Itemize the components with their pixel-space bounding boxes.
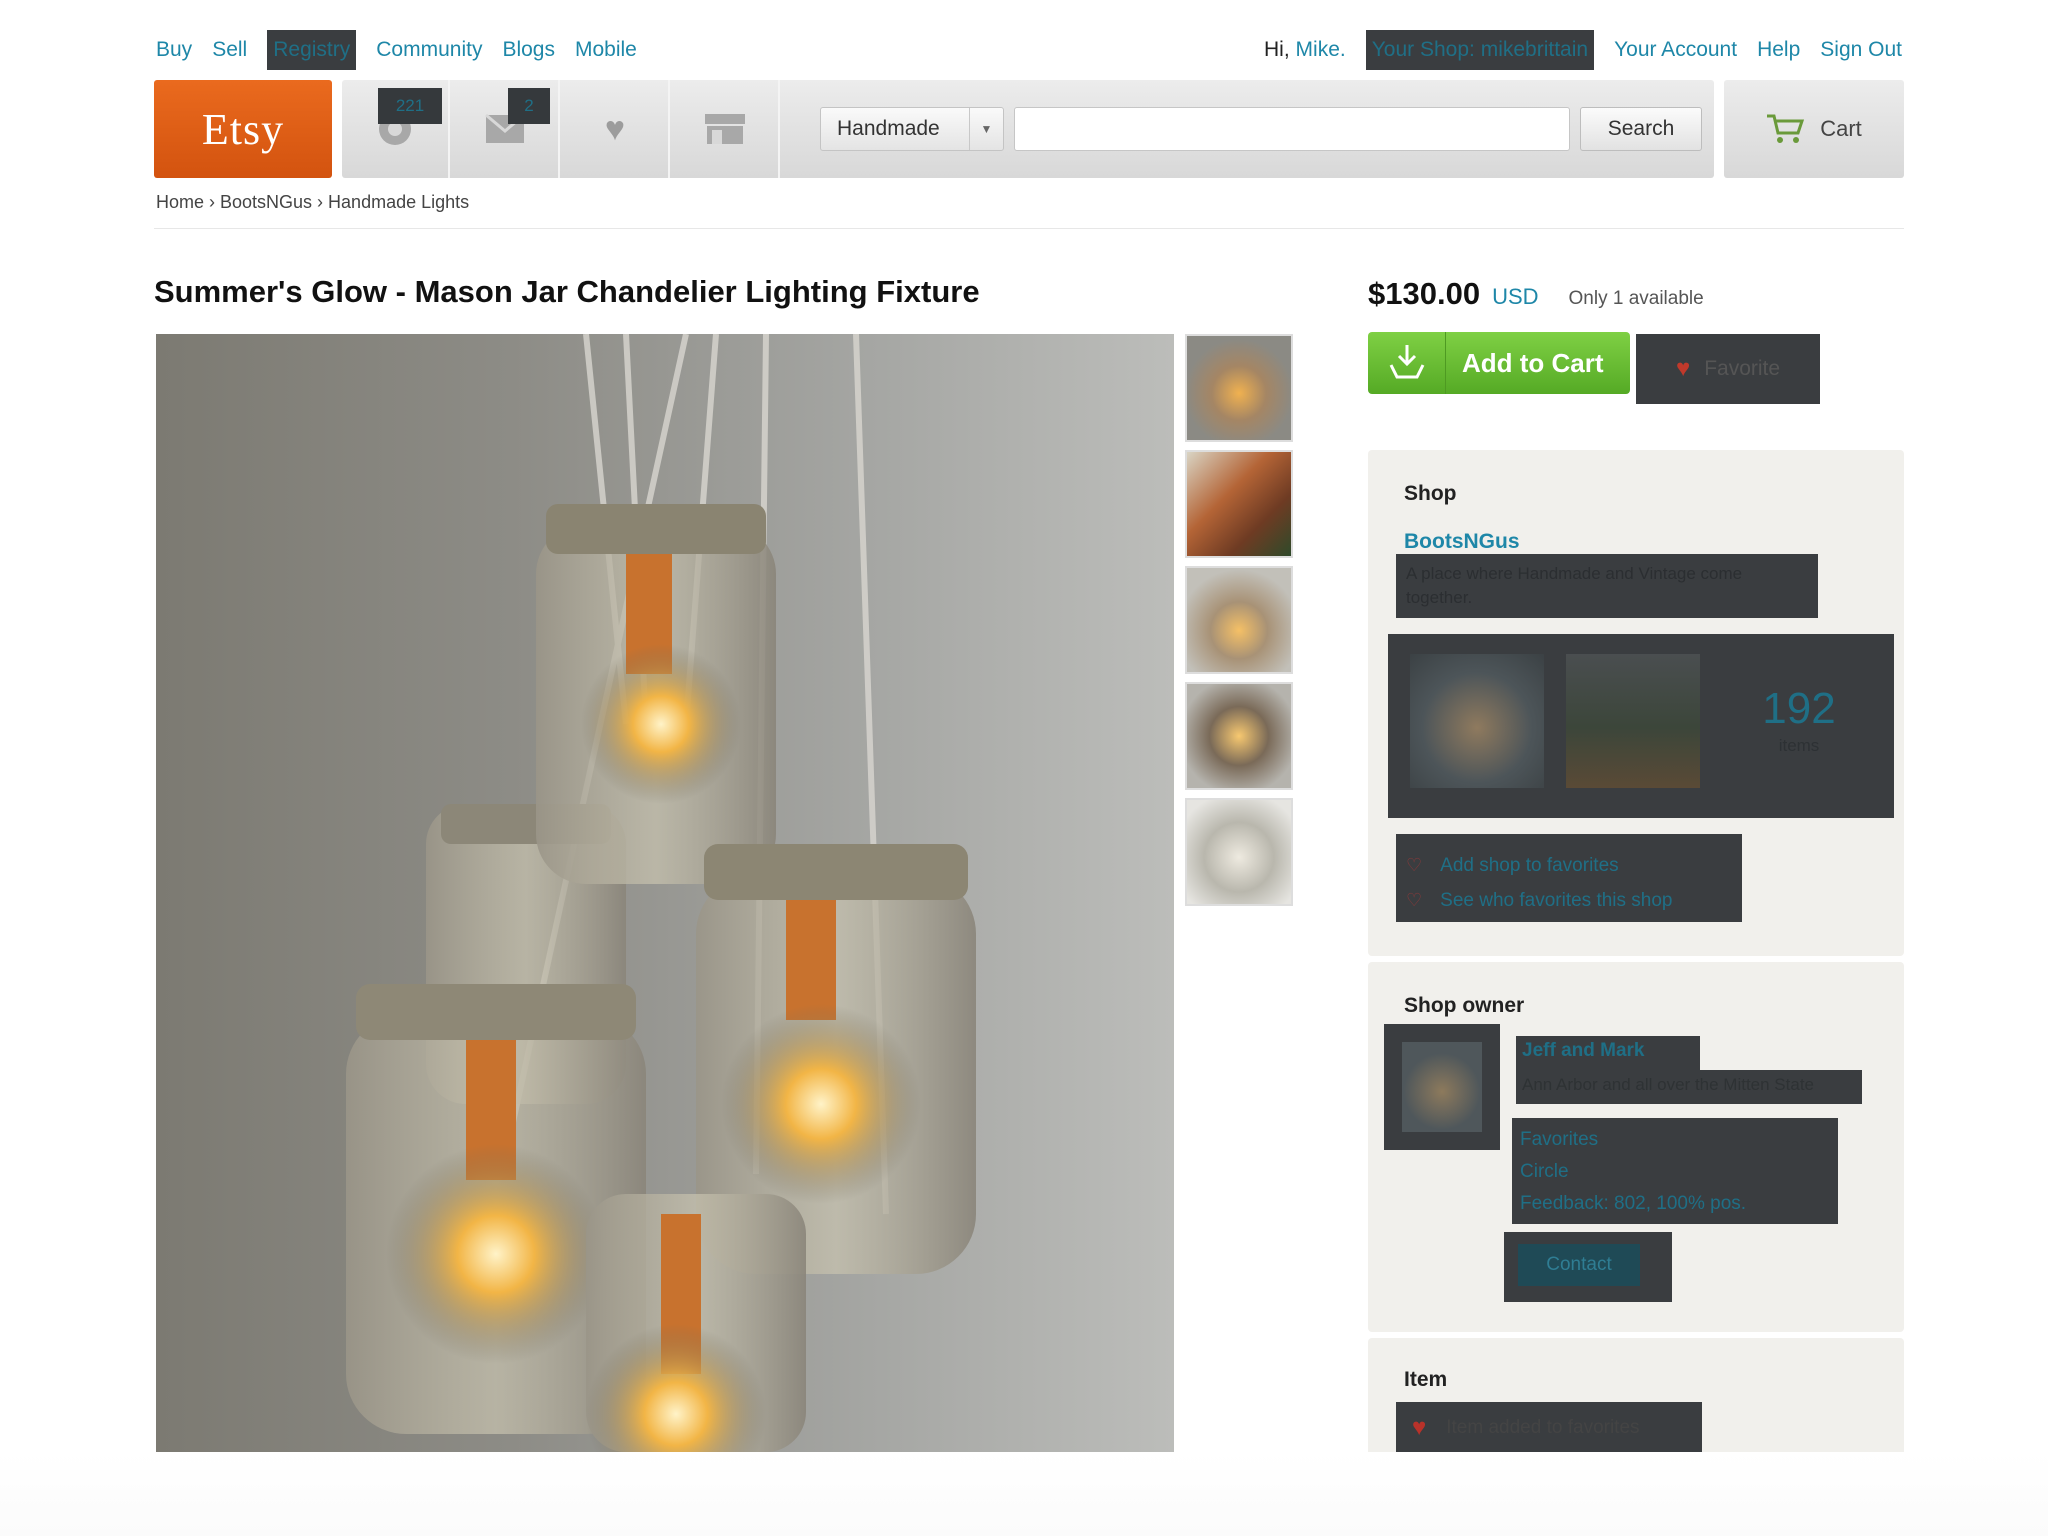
thumbnail[interactable] <box>1185 334 1293 442</box>
owner-location: Ann Arbor and all over the Mitten State <box>1516 1070 1862 1104</box>
add-shop-favorites-link[interactable]: ♡ Add shop to favorites <box>1406 848 1728 883</box>
nav-help[interactable]: Help <box>1757 38 1800 62</box>
top-navigation: Buy Sell Registry Community Blogs Mobile… <box>156 30 1902 70</box>
shop-heading: Shop <box>1404 482 1457 505</box>
heart-icon: ♥ <box>1675 355 1691 382</box>
message-count-badge: 2 <box>508 88 550 124</box>
thumbnail[interactable] <box>1185 798 1293 906</box>
items-count-label: items <box>1778 736 1820 755</box>
item-favorited-status[interactable]: ♥ Item added to favorites <box>1396 1402 1702 1454</box>
top-nav-left: Buy Sell Registry Community Blogs Mobile <box>156 30 637 70</box>
activity-count-badge: 221 <box>378 88 442 124</box>
thumbnail-strip <box>1185 334 1293 914</box>
add-to-cart-button[interactable]: Add to Cart <box>1368 332 1630 394</box>
favorites-button[interactable]: ♥ <box>562 80 670 178</box>
shop-item-thumbnail[interactable] <box>1566 654 1700 788</box>
breadcrumb[interactable]: Home › BootsNGus › Handmade Lights <box>156 192 469 213</box>
search-button[interactable]: Search <box>1580 107 1702 151</box>
heart-icon: ♥ <box>604 109 626 148</box>
price: $130.00 <box>1368 276 1481 311</box>
chevron-down-icon: ▼ <box>969 108 1003 150</box>
item-panel: Item ♥ Item added to favorites <box>1368 1338 1904 1454</box>
cart-button[interactable]: Cart <box>1724 80 1904 178</box>
greeting: Hi, Mike. <box>1264 38 1346 62</box>
avatar-image <box>1402 1042 1482 1132</box>
shop-owner-heading: Shop owner <box>1404 994 1525 1017</box>
page-bottom <box>0 1452 2048 1536</box>
cart-icon <box>1767 114 1805 143</box>
main-product-image[interactable] <box>156 334 1174 1452</box>
storefront-icon <box>705 114 745 144</box>
currency[interactable]: USD <box>1492 284 1538 310</box>
greeting-prefix: Hi, <box>1264 38 1290 61</box>
divider <box>154 228 1904 229</box>
shop-item-thumbnail[interactable] <box>1410 654 1544 788</box>
see-favorites-label: See who favorites this shop <box>1440 890 1673 911</box>
nav-sign-out[interactable]: Sign Out <box>1820 38 1902 62</box>
mason-jar-chandelier-image <box>346 334 976 1452</box>
nav-registry[interactable]: Registry <box>267 30 357 70</box>
shop-name-link[interactable]: BootsNGus <box>1404 530 1520 554</box>
etsy-logo[interactable]: Etsy <box>154 80 332 178</box>
owner-stats: Favorites Circle Feedback: 802, 100% pos… <box>1512 1118 1838 1224</box>
heart-arrow-icon: ♡ <box>1406 890 1423 910</box>
search-input[interactable] <box>1014 107 1570 151</box>
nav-community[interactable]: Community <box>376 38 482 62</box>
owner-feedback-link[interactable]: Feedback: 802, 100% pos. <box>1520 1188 1830 1220</box>
thumbnail[interactable] <box>1185 566 1293 674</box>
item-heading: Item <box>1404 1368 1448 1391</box>
items-count-number: 192 <box>1762 684 1836 733</box>
price-row: $130.00 USD Only 1 available <box>1368 276 1704 312</box>
listing-title: Summer's Glow - Mason Jar Chandelier Lig… <box>154 274 980 309</box>
heart-outline-icon: ♡ <box>1406 855 1423 875</box>
shop-panel: Shop BootsNGus A place where Handmade an… <box>1368 450 1904 956</box>
add-to-cart-label: Add to Cart <box>1462 347 1604 378</box>
shop-tagline: A place where Handmade and Vintage come … <box>1396 554 1818 618</box>
contact-area: Contact <box>1504 1232 1672 1302</box>
owner-circle-link[interactable]: Circle <box>1520 1156 1830 1188</box>
favorite-button[interactable]: ♥ Favorite <box>1636 334 1820 404</box>
avatar[interactable] <box>1384 1024 1500 1150</box>
see-favorites-link[interactable]: ♡ See who favorites this shop <box>1406 883 1728 918</box>
user-name-link[interactable]: Mike. <box>1296 38 1346 61</box>
shop-preview: 192 items <box>1388 634 1894 818</box>
nav-your-account[interactable]: Your Account <box>1614 38 1737 62</box>
toolbar: 221 2 ♥ Handmade ▼ Search <box>342 80 1714 178</box>
heart-icon: ♥ <box>1412 1414 1427 1441</box>
thumbnail[interactable] <box>1185 682 1293 790</box>
nav-your-shop[interactable]: Your Shop: mikebrittain <box>1365 30 1595 70</box>
favorite-label: Favorite <box>1704 357 1781 380</box>
shop-owner-panel: Shop owner Jeff and Mark Ann Arbor and a… <box>1368 962 1904 1332</box>
shop-button[interactable] <box>672 80 780 178</box>
item-favorited-label: Item added to favorites <box>1446 1417 1640 1438</box>
download-cart-icon <box>1368 332 1446 394</box>
thumbnail[interactable] <box>1185 450 1293 558</box>
nav-blogs[interactable]: Blogs <box>502 38 555 62</box>
owner-name-link[interactable]: Jeff and Mark <box>1516 1036 1700 1070</box>
add-shop-favorites-label: Add shop to favorites <box>1440 855 1619 876</box>
nav-sell[interactable]: Sell <box>212 38 247 62</box>
shop-items-count[interactable]: 192 items <box>1724 654 1874 788</box>
nav-buy[interactable]: Buy <box>156 38 192 62</box>
availability: Only 1 available <box>1568 288 1704 309</box>
header-bar: Etsy 221 2 ♥ Handmade ▼ Search Cart <box>154 80 1904 178</box>
owner-favorites-link[interactable]: Favorites <box>1520 1124 1830 1156</box>
top-nav-right: Hi, Mike. Your Shop: mikebrittain Your A… <box>1264 30 1902 70</box>
contact-button[interactable]: Contact <box>1518 1244 1640 1286</box>
category-select[interactable]: Handmade ▼ <box>820 107 1004 151</box>
shop-favorite-links: ♡ Add shop to favorites ♡ See who favorite… <box>1396 834 1742 922</box>
nav-mobile[interactable]: Mobile <box>575 38 637 62</box>
cart-label: Cart <box>1820 116 1862 141</box>
category-select-value: Handmade <box>837 117 940 140</box>
